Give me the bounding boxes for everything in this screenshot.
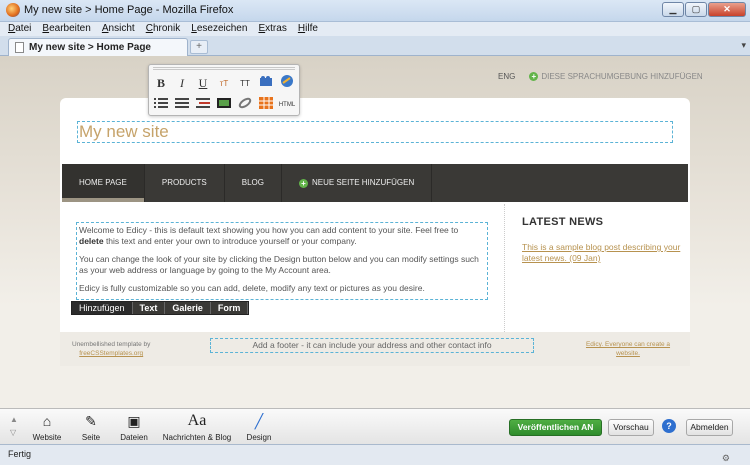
site-footer: Unembellished template by freeCSStemplat… <box>60 332 690 366</box>
template-credit-link[interactable]: freeCSStemplates.org <box>79 350 143 357</box>
text-format-toolbar: B I U ᴛT TT HTML <box>148 64 300 116</box>
news-post-link[interactable]: This is a sample blog post describing yo… <box>522 242 682 264</box>
menu-extras[interactable]: Extras <box>258 22 286 36</box>
firefox-icon <box>6 3 20 17</box>
add-gallery-button[interactable]: Galerie <box>165 302 211 314</box>
menu-datei[interactable]: Datei <box>8 22 31 36</box>
editor-toolbar: ▲ ▽ ⌂ Website ✎ Seite ▣ Dateien Aa Nachri… <box>0 408 750 444</box>
align-icon[interactable] <box>172 95 192 114</box>
status-text: Fertig <box>8 449 32 459</box>
add-form-button[interactable]: Form <box>211 302 249 314</box>
nav-home-page[interactable]: HOME PAGE <box>62 164 145 202</box>
plus-icon: + <box>529 72 539 81</box>
collapse-arrows-icon[interactable]: ▲ ▽ <box>10 413 18 439</box>
addon-icon[interactable]: ⚙ <box>722 449 730 465</box>
logout-button[interactable]: Abmelden <box>686 419 733 436</box>
minimize-button[interactable]: ▁ <box>662 2 684 17</box>
brush-icon: ╱ <box>254 413 264 429</box>
bullet-list-icon[interactable] <box>151 95 171 114</box>
site-navigation: HOME PAGE PRODUCTS BLOG + NEUE SEITE HIN… <box>62 164 688 202</box>
status-bar: Fertig ⚙ <box>0 444 750 465</box>
underline-button[interactable]: U <box>193 73 213 92</box>
footer-field[interactable]: Add a footer - it can include your addre… <box>210 338 534 353</box>
indent-icon[interactable] <box>193 95 213 114</box>
menu-bar: Datei Bearbeiten Ansicht Chronik Lesezei… <box>0 22 750 36</box>
text-aa-icon: Aa <box>187 412 207 429</box>
tab-label: My new site > Home Page <box>29 42 151 53</box>
tab-list-icon[interactable]: ▾ <box>741 40 746 51</box>
page-viewport: ENG + DIESE SPRACHUMGEBUNG HINZUFÜGEN My… <box>0 56 750 408</box>
toolbar-drag-handle[interactable] <box>153 67 295 70</box>
add-text-button[interactable]: Text <box>133 302 166 314</box>
bold-button[interactable]: B <box>151 73 171 92</box>
content-paragraph: Welcome to Edicy - this is default text … <box>79 225 459 246</box>
page-icon <box>15 42 24 53</box>
tool-design[interactable]: ╱ Design <box>244 411 274 442</box>
latest-news-heading: LATEST NEWS <box>522 216 604 228</box>
tool-website[interactable]: ⌂ Website <box>30 411 64 442</box>
maximize-button[interactable]: ▢ <box>685 2 707 17</box>
italic-button[interactable]: I <box>172 73 192 92</box>
window-titlebar: My new site > Home Page - Mozilla Firefo… <box>0 0 750 22</box>
menu-bearbeiten[interactable]: Bearbeiten <box>42 22 90 36</box>
content-paragraph: Edicy is fully customizable so you can a… <box>79 283 425 293</box>
house-icon: ⌂ <box>42 413 52 429</box>
template-credit: Unembellished template by freeCSStemplat… <box>72 341 151 357</box>
nav-blog[interactable]: BLOG <box>225 164 282 202</box>
tool-news-blog[interactable]: Aa Nachrichten & Blog <box>162 411 232 442</box>
nav-products[interactable]: PRODUCTS <box>145 164 225 202</box>
close-button[interactable]: ✕ <box>708 2 746 17</box>
menu-chronik[interactable]: Chronik <box>146 22 180 36</box>
help-icon[interactable]: ? <box>662 419 676 433</box>
insert-image-icon[interactable] <box>256 73 276 92</box>
tab-home-page[interactable]: My new site > Home Page <box>8 38 188 56</box>
attachment-icon[interactable] <box>235 95 255 114</box>
plus-icon: + <box>298 178 308 188</box>
language-bar: ENG + DIESE SPRACHUMGEBUNG HINZUFÜGEN <box>498 72 703 81</box>
menu-hilfe[interactable]: Hilfe <box>298 22 318 36</box>
new-tab-button[interactable]: + <box>190 40 208 54</box>
table-icon[interactable] <box>256 95 276 114</box>
tool-page[interactable]: ✎ Seite <box>78 411 104 442</box>
page-edit-icon: ✎ <box>85 413 97 429</box>
content-paragraph: You can change the look of your site by … <box>79 254 479 275</box>
publish-toggle-button[interactable]: Veröffentlichen AN <box>509 419 602 436</box>
menu-lesezeichen[interactable]: Lesezeichen <box>191 22 247 36</box>
tool-files[interactable]: ▣ Dateien <box>116 411 152 442</box>
add-content-bar: Hinzufügen Text Galerie Form <box>71 301 250 315</box>
window-title: My new site > Home Page - Mozilla Firefo… <box>24 4 234 16</box>
link-globe-icon[interactable] <box>277 73 297 92</box>
language-current[interactable]: ENG <box>498 72 515 81</box>
content-editor[interactable]: Welcome to Edicy - this is default text … <box>76 222 488 300</box>
media-icon[interactable] <box>214 95 234 114</box>
files-icon: ▣ <box>127 413 141 429</box>
font-size-down-button[interactable]: ᴛT <box>214 73 234 92</box>
tab-bar: My new site > Home Page + ▾ <box>0 36 750 56</box>
site-title-field[interactable]: My new site <box>77 121 673 143</box>
menu-ansicht[interactable]: Ansicht <box>102 22 135 36</box>
html-button[interactable]: HTML <box>277 95 297 114</box>
edicy-link[interactable]: Edicy. Everyone can create a website. <box>578 340 678 358</box>
preview-button[interactable]: Vorschau <box>608 419 654 436</box>
add-page-button[interactable]: + NEUE SEITE HINZUFÜGEN <box>282 164 433 202</box>
add-language-link[interactable]: + DIESE SPRACHUMGEBUNG HINZUFÜGEN <box>529 72 703 81</box>
font-size-up-button[interactable]: TT <box>235 73 255 92</box>
add-label: Hinzufügen <box>72 302 133 314</box>
